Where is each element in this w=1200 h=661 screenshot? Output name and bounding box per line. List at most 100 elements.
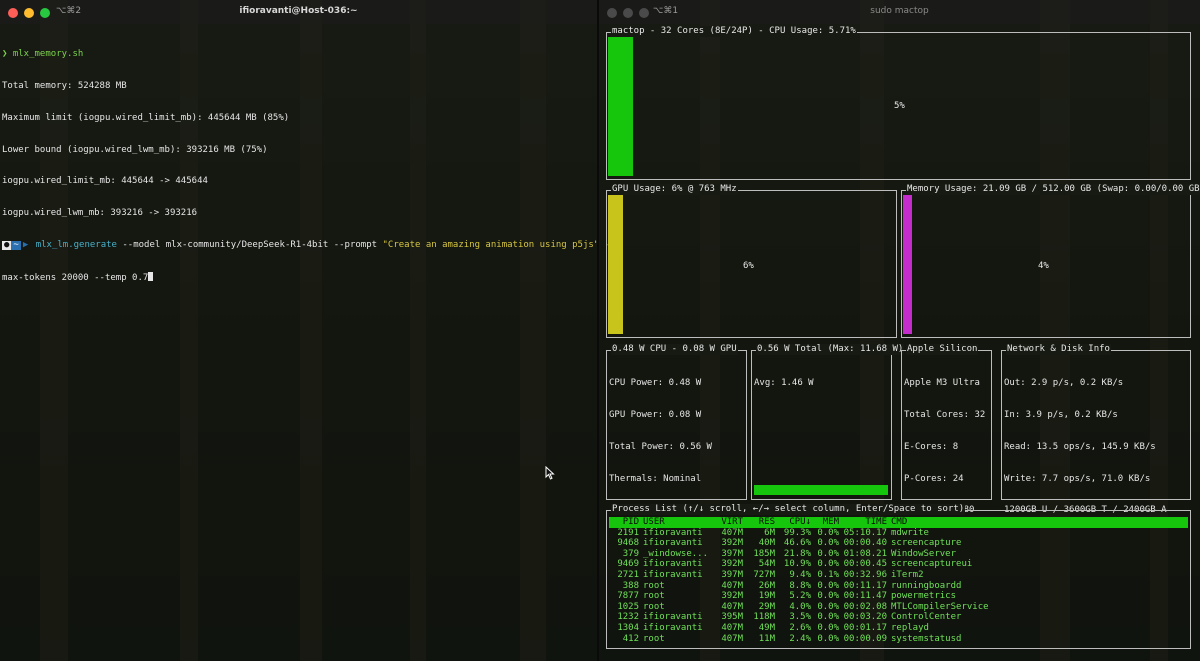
terminal-output[interactable]: ❯ mlx_memory.sh Total memory: 524288 MB … bbox=[2, 28, 616, 303]
power-panel: 0.48 W CPU - 0.08 W GPU CPU Power: 0.48 … bbox=[606, 344, 747, 500]
table-row[interactable]: 1232 ifioravanti 395M 118M 3.5% 0.0% 00:03.20 C… bbox=[609, 612, 1188, 623]
cell-time: 00:00.45 bbox=[843, 559, 887, 570]
terminal-window-left[interactable]: ⌥⌘2 ifioravanti@Host-036:~ ❯ mlx_memory.… bbox=[0, 0, 616, 661]
cell-pid: 7877 bbox=[617, 591, 639, 602]
table-row[interactable]: 2191 ifioravanti 407M 6M 99.3% 0.0% 05:10.17 md… bbox=[609, 528, 1188, 539]
cpu-usage-bar bbox=[608, 37, 633, 176]
panel-title: Apple Silicon bbox=[906, 344, 979, 355]
titlebar-right[interactable]: ⌥⌘1 sudo mactop bbox=[599, 0, 1200, 24]
prompt-arrow-icon: ❯ bbox=[2, 49, 8, 60]
process-table[interactable]: PID USER VIRT RES CPU↓ MEM TIME CMD 2191… bbox=[609, 517, 1188, 644]
cell-res: 40M bbox=[758, 538, 775, 549]
prompt-dir: ~ bbox=[11, 239, 21, 250]
panel-title: 0.48 W CPU - 0.08 W GPU bbox=[611, 344, 738, 355]
cell-cpu: 5.2% bbox=[789, 591, 811, 602]
cell-time: 00:11.47 bbox=[843, 591, 887, 602]
panel-title: Network & Disk Info bbox=[1006, 344, 1111, 355]
prompt-string: "Create an amazing animation using p5js" bbox=[382, 239, 600, 250]
cell-user: ifioravanti bbox=[643, 559, 703, 570]
column-header-cpu[interactable]: CPU↓ bbox=[775, 517, 811, 528]
cell-mem: 0.0% bbox=[817, 612, 839, 623]
table-row[interactable]: 9468 ifioravanti 392M 40M 46.6% 0.0% 00:00.40 s… bbox=[609, 538, 1188, 549]
cell-cmd: mdwrite bbox=[891, 527, 929, 538]
cell-pid: 388 bbox=[622, 580, 639, 591]
cell-time: 05:10.17 bbox=[843, 527, 887, 538]
cell-cpu: 9.4% bbox=[789, 569, 811, 580]
cell-cmd: ControlCenter bbox=[891, 612, 962, 623]
panel-title: Process List (↑/↓ scroll, ←/→ select col… bbox=[611, 504, 966, 515]
titlebar-left[interactable]: ⌥⌘2 ifioravanti@Host-036:~ bbox=[0, 0, 597, 24]
cell-mem: 0.0% bbox=[817, 591, 839, 602]
memory-usage-panel: Memory Usage: 21.09 GB / 512.00 GB (Swap… bbox=[901, 184, 1200, 338]
column-header-mem[interactable]: MEM bbox=[811, 517, 839, 528]
power-info: CPU Power: 0.48 W GPU Power: 0.08 W Tota… bbox=[609, 357, 712, 505]
cell-res: 118M bbox=[753, 612, 775, 623]
cell-virt: 407M bbox=[721, 580, 743, 591]
memory-percent-label: 4% bbox=[1038, 261, 1049, 271]
process-list-panel[interactable]: Process List (↑/↓ scroll, ←/→ select col… bbox=[606, 504, 1191, 649]
terminal-window-right[interactable]: ⌥⌘1 sudo mactop mactop - 32 Cores (8E/24… bbox=[599, 0, 1200, 661]
cell-mem: 0.0% bbox=[817, 633, 839, 644]
cell-cmd: runningboardd bbox=[891, 580, 962, 591]
cell-mem: 0.0% bbox=[817, 548, 839, 559]
cell-time: 00:03.20 bbox=[843, 612, 887, 623]
info-line: Total Power: 0.56 W bbox=[609, 441, 712, 452]
cell-cpu: 2.6% bbox=[789, 622, 811, 633]
cell-cmd: iTerm2 bbox=[891, 569, 924, 580]
info-line: E-Cores: 8 bbox=[904, 441, 959, 452]
cell-cpu: 3.5% bbox=[789, 612, 811, 623]
column-header-cmd[interactable]: CMD bbox=[887, 517, 1188, 528]
table-row[interactable]: 412 root 407M 11M 2.4% 0.0% 00:00.09 systemstat… bbox=[609, 634, 1188, 645]
output-line: iogpu.wired_lwm_mb: 393216 -> 393216 bbox=[2, 208, 198, 219]
cell-time: 00:00.09 bbox=[843, 633, 887, 644]
avg-power: Avg: 1.46 W bbox=[754, 357, 814, 410]
cell-cpu: 99.3% bbox=[783, 527, 811, 538]
table-row[interactable]: 2721 ifioravanti 397M 727M 9.4% 0.1% 00:32.96 i… bbox=[609, 570, 1188, 581]
cell-virt: 407M bbox=[721, 622, 743, 633]
info-line: Apple M3 Ultra bbox=[904, 378, 980, 389]
table-row[interactable]: 9469 ifioravanti 392M 54M 10.9% 0.0% 00:00.45 s… bbox=[609, 559, 1188, 570]
column-header-res[interactable]: RES bbox=[743, 517, 775, 528]
panel-title: Memory Usage: 21.09 GB / 512.00 GB (Swap… bbox=[906, 184, 1200, 195]
info-line: Avg: 1.46 W bbox=[754, 378, 814, 389]
table-row[interactable]: 388 root 407M 26M 8.8% 0.0% 00:11.17 runningboa… bbox=[609, 581, 1188, 592]
column-header-time[interactable]: TIME bbox=[839, 517, 887, 528]
cell-mem: 0.0% bbox=[817, 601, 839, 612]
column-header-user[interactable]: USER bbox=[639, 517, 707, 528]
cell-mem: 0.0% bbox=[817, 622, 839, 633]
cell-pid: 2191 bbox=[617, 527, 639, 538]
table-row[interactable]: 7877 root 392M 19M 5.2% 0.0% 00:11.47 powermetr… bbox=[609, 591, 1188, 602]
cell-pid: 412 bbox=[622, 633, 639, 644]
info-line: Out: 2.9 p/s, 0.2 KB/s bbox=[1004, 378, 1124, 389]
output-line: Maximum limit (iogpu.wired_limit_mb): 44… bbox=[2, 112, 290, 123]
info-line: CPU Power: 0.48 W bbox=[609, 378, 702, 389]
cell-time: 00:00.40 bbox=[843, 538, 887, 549]
info-line: Thermals: Nominal bbox=[609, 473, 702, 484]
cell-cpu: 21.8% bbox=[783, 548, 811, 559]
panel-title: 0.56 W Total (Max: 11.68 W) bbox=[756, 344, 905, 355]
table-row[interactable]: 379 _windowse... 397M 185M 21.8% 0.0% 01:08.21… bbox=[609, 549, 1188, 560]
table-row[interactable]: 1025 root 407M 29M 4.0% 0.0% 00:02.08 MTLCompil… bbox=[609, 602, 1188, 613]
cell-cpu: 46.6% bbox=[783, 538, 811, 549]
cell-time: 00:01.17 bbox=[843, 622, 887, 633]
cpu-percent-label: 5% bbox=[894, 101, 905, 111]
info-line: Write: 7.7 ops/s, 71.0 KB/s bbox=[1004, 473, 1151, 484]
info-line: Total Cores: 32 bbox=[904, 409, 986, 420]
cell-res: 26M bbox=[758, 580, 775, 591]
cell-cmd: screencapture bbox=[891, 538, 962, 549]
mouse-pointer-icon bbox=[545, 466, 555, 480]
cell-user: ifioravanti bbox=[643, 538, 703, 549]
cell-virt: 395M bbox=[721, 612, 743, 623]
command-text: mlx_memory.sh bbox=[12, 49, 84, 60]
command-args: max-tokens 20000 --temp 0.7 bbox=[2, 272, 149, 283]
cell-cmd: screencaptureui bbox=[891, 559, 973, 570]
info-line: P-Cores: 24 bbox=[904, 473, 964, 484]
info-line: In: 3.9 p/s, 0.2 KB/s bbox=[1004, 409, 1118, 420]
panel-title: mactop - 32 Cores (8E/24P) - CPU Usage: … bbox=[611, 26, 857, 37]
column-header-pid[interactable]: PID bbox=[609, 517, 639, 528]
cell-cpu: 2.4% bbox=[789, 633, 811, 644]
table-header[interactable]: PID USER VIRT RES CPU↓ MEM TIME CMD bbox=[609, 517, 1188, 528]
table-row[interactable]: 1304 ifioravanti 407M 49M 2.6% 0.0% 00:01.17 re… bbox=[609, 623, 1188, 634]
column-header-virt[interactable]: VIRT bbox=[707, 517, 743, 528]
cell-res: 185M bbox=[753, 548, 775, 559]
